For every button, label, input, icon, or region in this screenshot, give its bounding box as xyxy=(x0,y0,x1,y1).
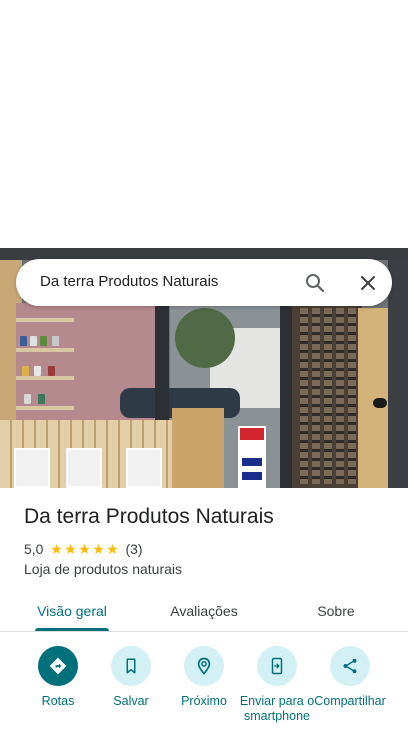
map-area[interactable] xyxy=(0,0,408,248)
star-icon: ★ xyxy=(50,541,63,557)
send-to-phone-button[interactable]: Enviar para o smartphone xyxy=(239,646,315,724)
nearby-icon xyxy=(184,646,224,686)
star-rating: ★ ★ ★ ★ ★ xyxy=(49,542,119,556)
save-button[interactable]: Salvar xyxy=(93,646,169,709)
star-icon: ★ xyxy=(78,541,91,557)
nearby-button[interactable]: Próximo xyxy=(166,646,242,709)
share-button[interactable]: Compartilhar xyxy=(312,646,388,709)
search-query-text[interactable]: Da terra Produtos Naturais xyxy=(40,273,218,290)
share-label: Compartilhar xyxy=(314,694,386,708)
search-icon[interactable] xyxy=(303,271,327,295)
tab-bar: Visão geral Avaliações Sobre xyxy=(0,590,408,632)
directions-icon xyxy=(38,646,78,686)
place-title: Da terra Produtos Naturais xyxy=(24,505,274,528)
tab-about[interactable]: Sobre xyxy=(282,590,390,632)
action-bar: Rotas Salvar Próximo Enviar para o smart… xyxy=(0,646,408,734)
review-count[interactable]: (3) xyxy=(125,541,142,557)
directions-button[interactable]: Rotas xyxy=(20,646,96,709)
star-icon: ★ xyxy=(64,541,77,557)
star-icon: ★ xyxy=(92,541,105,557)
search-bar[interactable]: Da terra Produtos Naturais xyxy=(16,259,392,306)
send-to-phone-label: Enviar para o smartphone xyxy=(239,694,315,723)
send-to-phone-icon xyxy=(257,646,297,686)
save-label: Salvar xyxy=(113,694,149,708)
active-tab-indicator xyxy=(35,628,109,631)
place-category: Loja de produtos naturais xyxy=(24,561,182,577)
share-icon xyxy=(330,646,370,686)
star-icon: ★ xyxy=(106,541,119,557)
rating-value: 5,0 xyxy=(24,541,44,557)
tab-overview[interactable]: Visão geral xyxy=(18,590,126,632)
close-icon[interactable] xyxy=(356,271,380,295)
nearby-label: Próximo xyxy=(181,694,227,708)
bookmark-icon xyxy=(111,646,151,686)
directions-label: Rotas xyxy=(41,694,75,708)
rating-row[interactable]: 5,0 ★ ★ ★ ★ ★ (3) xyxy=(24,540,143,558)
tab-reviews[interactable]: Avaliações xyxy=(150,590,258,632)
